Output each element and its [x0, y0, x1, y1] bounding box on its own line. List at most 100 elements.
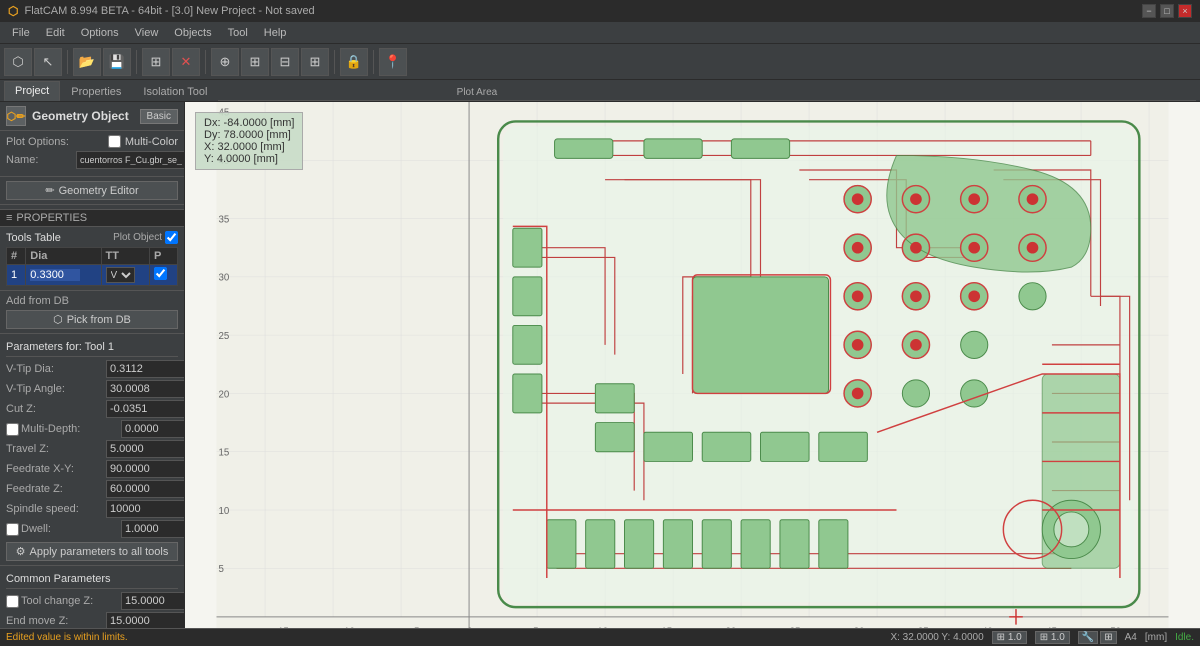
- menu-edit[interactable]: Edit: [38, 25, 73, 41]
- zoom-out-button[interactable]: ⊟: [271, 48, 299, 76]
- dwell-checkbox[interactable]: [6, 523, 19, 536]
- apply-params-button[interactable]: ⚙ Apply parameters to all tools: [6, 542, 178, 561]
- svg-text:5: 5: [218, 564, 223, 575]
- common-params-title: Common Parameters: [6, 570, 178, 589]
- statusbar-message: Edited value is within limits.: [6, 632, 128, 643]
- dwell-input[interactable]: [121, 520, 185, 538]
- menu-help[interactable]: Help: [256, 25, 295, 41]
- cut-z-input[interactable]: [106, 400, 185, 418]
- plot-area[interactable]: Dx: -84.0000 [mm] Dy: 78.0000 [mm] X: 32…: [185, 102, 1200, 646]
- pointer-button[interactable]: ↖: [34, 48, 62, 76]
- svg-text:10: 10: [218, 506, 229, 517]
- coord-dx: Dx: -84.0000 [mm]: [204, 117, 294, 129]
- left-panel: ⬡✏ Geometry Object Basic Plot Options: M…: [0, 102, 185, 646]
- tab-isolation-tool[interactable]: Isolation Tool: [132, 82, 218, 101]
- multi-color-label: Multi-Color: [125, 136, 178, 148]
- spindle-speed-row: Spindle speed: ▲▼: [6, 500, 178, 518]
- toolbar-sep-4: [334, 50, 335, 74]
- toolbar-sep-2: [136, 50, 137, 74]
- tools-table: # Dia TT P 1 V: [6, 247, 178, 286]
- p-checkbox[interactable]: [154, 267, 167, 280]
- coord-dy: Dy: 78.0000 [mm]: [204, 129, 294, 141]
- table-row[interactable]: 1 V: [7, 265, 178, 286]
- copy-button[interactable]: ⊞: [142, 48, 170, 76]
- add-from-db-label: Add from DB: [6, 295, 178, 307]
- multi-depth-input[interactable]: [121, 420, 185, 438]
- menu-options[interactable]: Options: [73, 25, 127, 41]
- geometry-title-text: Geometry Object: [32, 109, 129, 123]
- name-label: Name:: [6, 154, 76, 166]
- delete-button[interactable]: ✕: [172, 48, 200, 76]
- tool-params-section: Parameters for: Tool 1 V-Tip Dia: ▲ ▼ V-…: [0, 334, 184, 566]
- plot-object-label: Plot Object: [113, 232, 162, 243]
- feedrate-xy-row: Feedrate X-Y: ▲▼: [6, 460, 178, 478]
- pick-from-db-button[interactable]: ⬡ Pick from DB: [6, 310, 178, 329]
- plot-area-label: Plot Area: [449, 87, 506, 101]
- multi-depth-label: Multi-Depth:: [21, 423, 121, 435]
- menu-tool[interactable]: Tool: [220, 25, 256, 41]
- vtip-dia-input[interactable]: [106, 360, 185, 378]
- toolbar-sep-3: [205, 50, 206, 74]
- svg-text:20: 20: [218, 389, 229, 400]
- pin-button[interactable]: 📍: [379, 48, 407, 76]
- grid-button[interactable]: ⊞: [301, 48, 329, 76]
- svg-text:30: 30: [218, 273, 229, 284]
- multi-color-checkbox[interactable]: [108, 135, 121, 148]
- tool-change-z-input[interactable]: [121, 592, 185, 610]
- multi-depth-checkbox[interactable]: [6, 423, 19, 436]
- cut-z-row: Cut Z: ▲▼: [6, 400, 178, 418]
- tools-table-section: Tools Table Plot Object # Dia TT P: [0, 227, 184, 291]
- apply-icon: ⚙: [16, 545, 26, 558]
- menu-view[interactable]: View: [127, 25, 167, 41]
- save-button[interactable]: 💾: [103, 48, 131, 76]
- open-button[interactable]: 📂: [73, 48, 101, 76]
- statusbar-icons: 🔧 ⊞: [1078, 631, 1117, 644]
- col-tt: TT: [101, 248, 149, 265]
- pick-from-db-label: Pick from DB: [67, 314, 131, 326]
- plot-options-row: Plot Options: Multi-Color: [6, 135, 178, 148]
- tt-select[interactable]: V: [106, 267, 135, 283]
- unit-label: [mm]: [1145, 632, 1167, 643]
- plot-options-label: Plot Options:: [6, 136, 76, 148]
- vtip-angle-input[interactable]: [106, 380, 185, 398]
- vtip-dia-row: V-Tip Dia: ▲ ▼: [6, 360, 178, 378]
- tool-change-z-checkbox[interactable]: [6, 595, 19, 608]
- tools-table-header-row: Tools Table Plot Object: [6, 231, 178, 244]
- new-button[interactable]: ⬡: [4, 48, 32, 76]
- coord-x: X: 32.0000 [mm]: [204, 141, 294, 153]
- menu-objects[interactable]: Objects: [166, 25, 219, 41]
- snap1: ⊞ 1.0: [992, 631, 1027, 644]
- zoom-fit-button[interactable]: ⊕: [211, 48, 239, 76]
- spindle-speed-label: Spindle speed:: [6, 503, 106, 515]
- lock-button[interactable]: 🔒: [340, 48, 368, 76]
- geometry-editor-button[interactable]: ✏ Geometry Editor: [6, 181, 178, 200]
- tab-properties[interactable]: Properties: [60, 82, 132, 101]
- menu-file[interactable]: File: [4, 25, 38, 41]
- tabbar: Project Properties Isolation Tool Plot A…: [0, 80, 1200, 102]
- zoom-in-button[interactable]: ⊞: [241, 48, 269, 76]
- travel-z-input[interactable]: [106, 440, 185, 458]
- dwell-row: Dwell: ▲▼: [6, 520, 178, 538]
- dia-input[interactable]: [30, 269, 80, 281]
- toolbar-sep-1: [67, 50, 68, 74]
- window-controls[interactable]: − □ ×: [1142, 4, 1192, 18]
- tab-project[interactable]: Project: [4, 81, 60, 101]
- spindle-speed-input[interactable]: [106, 500, 185, 518]
- feedrate-xy-input[interactable]: [106, 460, 185, 478]
- end-move-z-label: End move Z:: [6, 615, 106, 627]
- toolbar-sep-5: [373, 50, 374, 74]
- feedrate-z-row: Feedrate Z: ▲▼: [6, 480, 178, 498]
- name-input[interactable]: [76, 151, 185, 169]
- close-button[interactable]: ×: [1178, 4, 1192, 18]
- coord-y: Y: 4.0000 [mm]: [204, 153, 294, 165]
- geometry-icon: ⬡✏: [6, 106, 26, 126]
- geometry-object-header: ⬡✏ Geometry Object Basic: [0, 102, 184, 131]
- maximize-button[interactable]: □: [1160, 4, 1174, 18]
- col-p: P: [149, 248, 177, 265]
- minimize-button[interactable]: −: [1142, 4, 1156, 18]
- feedrate-z-label: Feedrate Z:: [6, 483, 106, 495]
- flag-icon: 🔧: [1078, 631, 1098, 644]
- feedrate-z-input[interactable]: [106, 480, 185, 498]
- vtip-dia-label: V-Tip Dia:: [6, 363, 106, 375]
- plot-object-checkbox[interactable]: [165, 231, 178, 244]
